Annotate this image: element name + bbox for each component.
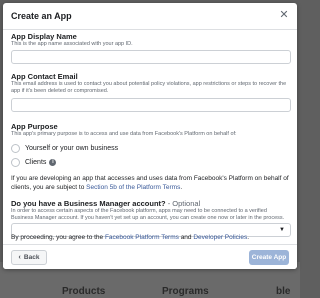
purpose-option-clients-label: Clients (25, 158, 47, 166)
app-purpose-label: App Purpose (11, 122, 58, 131)
platform-terms-section-link[interactable]: Section 5b of the Platform Terms (86, 184, 180, 191)
developer-policies-link[interactable]: Developer Policies (193, 234, 247, 241)
create-app-button-label: Create App (251, 254, 287, 261)
purpose-option-clients[interactable]: Clients i (11, 156, 57, 168)
business-manager-label-text: Do you have a Business Manager account? (11, 199, 166, 208)
app-purpose-help: This app's primary purpose is to access … (11, 131, 237, 137)
chevron-left-icon: ‹ (18, 254, 21, 261)
agreement-text: By proceeding, you agree to the Facebook… (11, 234, 249, 241)
clients-notice-suffix: . (180, 184, 183, 191)
caret-down-icon: ▼ (279, 227, 285, 233)
app-contact-email-input[interactable] (11, 98, 291, 112)
back-button-label: Back (23, 254, 40, 261)
dialog-body: App Display Name This is the app name as… (3, 30, 297, 239)
app-display-name-help: This is the app name associated with you… (11, 41, 133, 47)
facebook-platform-terms-link[interactable]: Facebook Platform Terms (105, 234, 179, 241)
agreement-suffix: . (247, 234, 250, 241)
close-icon[interactable]: ✕ (278, 9, 290, 21)
create-app-button[interactable]: Create App (249, 250, 289, 265)
business-manager-help: In order to access certain aspects of th… (11, 208, 285, 221)
radio-button[interactable] (11, 143, 20, 153)
background-text-partial: ble (276, 286, 291, 297)
app-contact-email-label: App Contact Email (11, 72, 78, 81)
background-text-products: Products (62, 286, 106, 297)
radio-button[interactable] (11, 157, 20, 167)
app-display-name-label: App Display Name (11, 32, 77, 41)
app-display-name-input[interactable] (11, 50, 291, 64)
clients-notice: If you are developing an app that access… (11, 174, 291, 192)
dialog-title: Create an App (11, 11, 72, 21)
back-button[interactable]: ‹ Back (11, 250, 47, 265)
dialog-header: Create an App ✕ (3, 3, 297, 30)
create-app-dialog: Create an App ✕ App Display Name This is… (3, 3, 297, 269)
purpose-option-yourself-label: Yourself or your own business (25, 144, 119, 152)
purpose-option-yourself[interactable]: Yourself or your own business (11, 142, 118, 154)
app-contact-email-help: This email address is used to contact yo… (11, 81, 287, 94)
business-manager-optional: - Optional (165, 199, 201, 208)
agreement-prefix: By proceeding, you agree to the (11, 234, 105, 241)
info-icon[interactable]: i (49, 158, 57, 166)
agreement-and: and (178, 234, 194, 241)
business-manager-label: Do you have a Business Manager account? … (11, 199, 200, 208)
background-text-programs: Programs (162, 286, 209, 297)
dialog-footer: ‹ Back Create App (3, 244, 297, 269)
